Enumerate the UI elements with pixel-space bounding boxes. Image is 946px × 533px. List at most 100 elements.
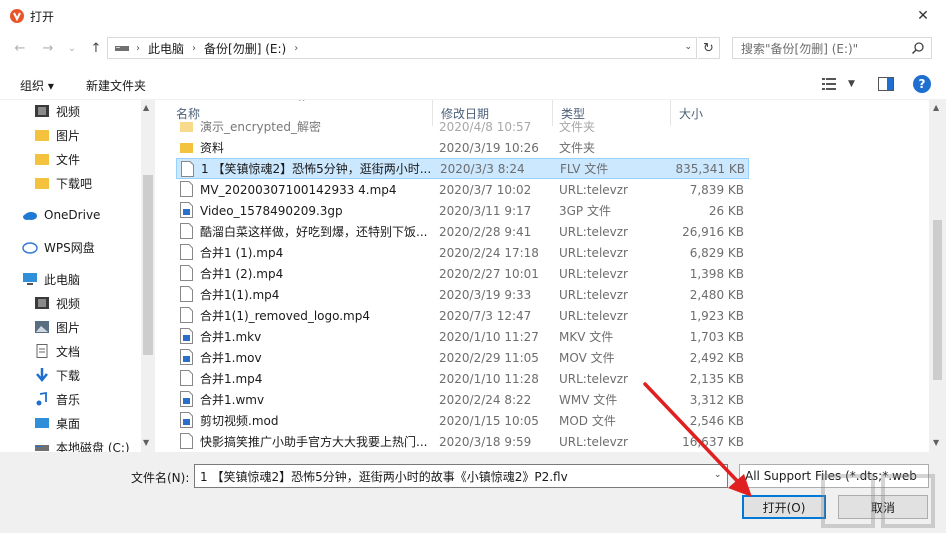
file-date: 2020/3/11 9:17 — [439, 203, 532, 218]
file-row[interactable]: 快影搞笑推广小助手官方大大我要上热门... 2020/3/18 9:59 URL:t… — [176, 431, 749, 452]
refresh-button[interactable]: ↻ — [698, 37, 720, 59]
search-placeholder: 搜索"备份[勿删] (E:)" — [741, 41, 859, 56]
breadcrumb-separator-icon[interactable]: › — [136, 43, 140, 54]
recent-locations-button[interactable]: ⌄ — [62, 38, 82, 58]
open-button[interactable]: 打开(O) — [742, 495, 826, 519]
help-button[interactable]: ? — [913, 75, 931, 93]
media-file-icon — [180, 328, 193, 344]
breadcrumb-separator-icon[interactable]: › — [294, 43, 298, 54]
view-options-icon[interactable] — [822, 77, 840, 91]
file-name: 合并1(1).mp4 — [200, 288, 280, 302]
dialog-footer: 文件名(N): 1 【笑镇惊魂2】恐怖5分钟，逛街两小时的故事《小镇惊魂2》P2… — [0, 452, 946, 533]
file-row[interactable]: 合并1.wmv 2020/2/24 8:22 WMV 文件 3,312 KB — [176, 389, 749, 410]
scroll-down-icon[interactable]: ▼ — [143, 438, 149, 447]
file-row[interactable]: 资料 2020/3/19 10:26 文件夹 — [176, 137, 749, 158]
filename-input[interactable]: 1 【笑镇惊魂2】恐怖5分钟，逛街两小时的故事《小镇惊魂2》P2.flv — [194, 464, 728, 488]
file-row[interactable]: 合并1.mp4 2020/1/10 11:28 URL:televzr 2,135 K… — [176, 368, 749, 389]
file-icon — [180, 286, 193, 302]
file-date: 2020/1/15 10:05 — [439, 413, 539, 428]
folder-icon — [35, 130, 49, 141]
address-dropdown-icon[interactable]: ⌄ — [684, 42, 692, 52]
file-name: 剪切视频.mod — [200, 414, 279, 428]
media-file-icon — [180, 349, 193, 365]
file-row[interactable]: 酷溜白菜这样做，好吃到爆，还特别下饭... 2020/2/28 9:41 URL:t… — [176, 221, 749, 242]
preview-pane-icon[interactable] — [878, 77, 894, 91]
file-row[interactable]: 合并1 (1).mp4 2020/2/24 17:18 URL:televzr 6,8… — [176, 242, 749, 263]
file-list: 名称 ^ 修改日期 类型 大小 演示_encrypted_解密 2020/4/8 … — [168, 100, 931, 452]
new-folder-button[interactable]: 新建文件夹 — [86, 77, 146, 94]
sidebar-item-xiazaiba[interactable]: 下载吧 — [34, 172, 92, 194]
breadcrumb-this-pc[interactable]: 此电脑 — [148, 40, 184, 57]
file-type: URL:televzr — [559, 266, 628, 281]
file-row[interactable]: 1 【笑镇惊魂2】恐怖5分钟，逛街两小时... 2020/3/3 8:24 FLV … — [176, 158, 749, 179]
file-icon — [180, 265, 193, 281]
file-row[interactable]: 合并1 (2).mp4 2020/2/27 10:01 URL:televzr 1,3… — [176, 263, 749, 284]
sidebar-item-pc-downloads[interactable]: 下载 — [34, 364, 80, 386]
file-size: 1,703 KB — [689, 329, 744, 344]
breadcrumb-separator-icon[interactable]: › — [192, 43, 196, 54]
sidebar-item-label: OneDrive — [44, 208, 101, 222]
file-type-filter-select[interactable]: All Support Files (*.dts;*.web — [739, 464, 929, 488]
file-type: URL:televzr — [559, 371, 628, 386]
file-type-filter-value: All Support Files (*.dts;*.web — [745, 469, 917, 483]
scroll-up-icon[interactable]: ▲ — [143, 103, 149, 112]
up-button[interactable]: ↑ — [86, 38, 106, 58]
file-row[interactable]: 剪切视频.mod 2020/1/15 10:05 MOD 文件 2,546 KB — [176, 410, 749, 431]
filename-dropdown-icon[interactable]: ⌄ — [714, 470, 722, 480]
file-date: 2020/2/29 11:05 — [439, 350, 539, 365]
back-button[interactable]: ← — [10, 38, 30, 58]
file-row[interactable]: 合并1.mov 2020/2/29 11:05 MOV 文件 2,492 KB — [176, 347, 749, 368]
sidebar-scroll-thumb[interactable] — [143, 175, 153, 355]
file-date: 2020/3/3 8:24 — [440, 161, 525, 176]
breadcrumb-drive-e[interactable]: 备份[勿删] (E:) — [204, 40, 286, 57]
file-row[interactable]: 合并1(1).mp4 2020/3/19 9:33 URL:televzr 2,480… — [176, 284, 749, 305]
sidebar-item-pc-video[interactable]: 视频 — [34, 292, 80, 314]
sort-ascending-icon: ^ — [298, 100, 306, 108]
file-size: 835,341 KB — [675, 161, 745, 176]
sidebar-item-local-disk-c[interactable]: 本地磁盘 (C:) — [34, 436, 130, 452]
forward-button[interactable]: → — [38, 38, 58, 58]
cloud-icon — [23, 212, 37, 220]
sidebar-item-files[interactable]: 文件 — [34, 148, 80, 170]
sidebar-item-wps-cloud[interactable]: WPS网盘 — [22, 236, 95, 258]
close-button[interactable]: ✕ — [900, 0, 946, 32]
cancel-button[interactable]: 取消 — [838, 495, 928, 519]
app-icon — [10, 9, 24, 23]
address-bar[interactable]: › 此电脑 › 备份[勿删] (E:) › ⌄ — [107, 37, 697, 59]
file-date: 2020/2/28 9:41 — [439, 224, 532, 239]
file-name: 合并1.mkv — [200, 330, 262, 344]
file-row[interactable]: 合并1.mkv 2020/1/10 11:27 MKV 文件 1,703 KB — [176, 326, 749, 347]
view-dropdown-icon[interactable]: ▼ — [848, 79, 855, 89]
file-name: 合并1(1)_removed_logo.mp4 — [200, 309, 370, 323]
music-icon — [36, 392, 47, 406]
scroll-down-icon[interactable]: ▼ — [933, 438, 939, 447]
file-list-scroll-thumb[interactable] — [933, 220, 942, 380]
file-list-scrollbar[interactable]: ▲ ▼ — [929, 100, 946, 452]
file-name: 合并1 (2).mp4 — [200, 267, 284, 281]
search-input[interactable]: 搜索"备份[勿删] (E:)" — [732, 37, 932, 59]
file-date: 2020/2/24 8:22 — [439, 392, 532, 407]
scroll-up-icon[interactable]: ▲ — [933, 103, 939, 112]
sidebar-scrollbar[interactable]: ▲ ▼ — [141, 100, 155, 452]
file-row[interactable]: MV_20200307100142933 4.mp4 2020/3/7 10:02… — [176, 179, 749, 200]
file-date: 2020/2/27 10:01 — [439, 266, 539, 281]
folder-icon — [180, 143, 193, 153]
file-row[interactable]: 演示_encrypted_解密 2020/4/8 10:57 文件夹 — [176, 116, 749, 137]
media-file-icon — [180, 202, 193, 218]
sidebar-item-pc-documents[interactable]: 文档 — [34, 340, 80, 362]
file-date: 2020/1/10 11:28 — [439, 371, 539, 386]
sidebar-item-pc-music[interactable]: 音乐 — [34, 388, 80, 410]
file-name: 合并1.mp4 — [200, 372, 263, 386]
sidebar-item-this-pc[interactable]: 此电脑 — [22, 268, 80, 290]
file-row[interactable]: Video_1578490209.3gp 2020/3/11 9:17 3GP 文件… — [176, 200, 749, 221]
file-row[interactable]: 合并1(1)_removed_logo.mp4 2020/7/3 12:47 URL… — [176, 305, 749, 326]
sidebar-item-pc-desktop[interactable]: 桌面 — [34, 412, 80, 434]
organize-button[interactable]: 组织 ▾ — [20, 77, 54, 94]
sidebar-item-pc-pictures[interactable]: 图片 — [34, 316, 80, 338]
sidebar-item-pictures[interactable]: 图片 — [34, 124, 80, 146]
file-size: 2,480 KB — [689, 287, 744, 302]
sidebar-item-video[interactable]: 视频 — [34, 100, 80, 122]
file-name: 酷溜白菜这样做，好吃到爆，还特别下饭... — [200, 225, 428, 239]
sidebar-item-onedrive[interactable]: OneDrive — [22, 204, 100, 226]
file-icon — [180, 181, 193, 197]
